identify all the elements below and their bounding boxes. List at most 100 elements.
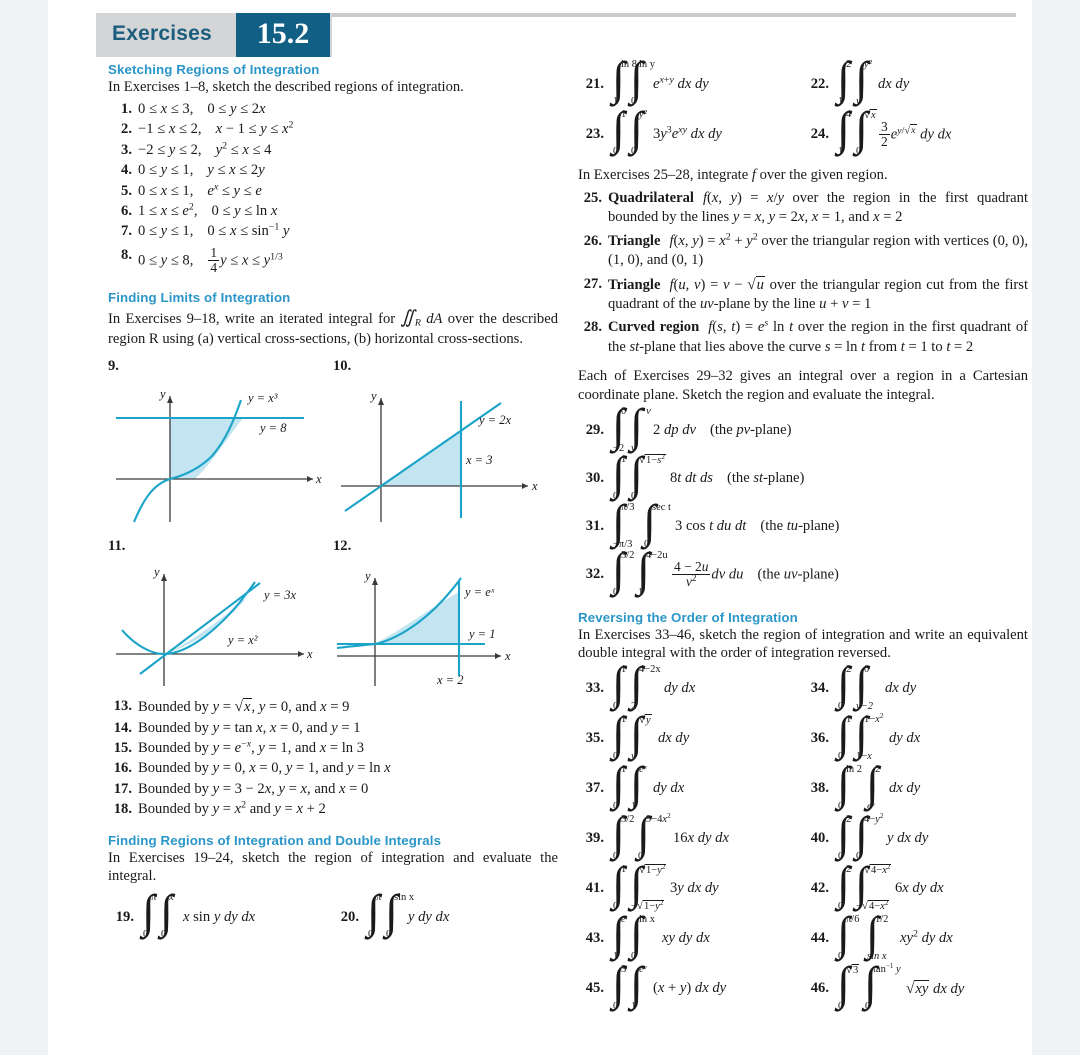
integral-lower-limit: 0: [161, 929, 167, 941]
integral-upper-limit: 2: [846, 813, 852, 825]
integral-sign-inner: ∫ √x 0: [855, 106, 877, 157]
figure-12-line-label: y = 1: [467, 627, 495, 641]
integral-problem-41: 41. ∫ 1 0 ∫ √1−y2 −√1−y2 3y dx dy: [578, 860, 803, 912]
problem-number: 27.: [583, 275, 602, 292]
integral-list-29-32: 29. ∫ 0 −2 ∫ −v v 2 dp dv(the pv-plane): [578, 402, 1028, 598]
integrand: √xy dx dy: [906, 979, 965, 997]
integral-sign-outer: ∫ 1 0: [612, 450, 629, 502]
integral-sign-inner: ∫ eᵛ 1: [630, 960, 647, 1012]
integrand: x sin y dy dx: [183, 908, 256, 925]
problem-text: −1 ≤ x ≤ 2, x − 1 ≤ y ≤ x2: [138, 119, 294, 138]
integral-lower-limit: 0: [631, 490, 637, 502]
integral-problem-20: 20. ∫ π 0 ∫ sin x 0 y dy dx: [333, 889, 558, 941]
integral-row-43-44: 43. ∫ e 1 ∫ ln x0 xy dy dx 44. ∫ π/6 0 ∫ 1/2 si…: [578, 910, 1028, 962]
integral-sign-inner: ∫ 0 y−2: [855, 660, 879, 712]
integral-problem-40: 40. ∫ 2 0 ∫ 4−y2 0 y dx dy: [803, 810, 1028, 862]
integral-expression: ∫ π/3 −π/3 ∫ sec t 0 3 cos t du dt (the t…: [612, 498, 840, 550]
figure-11-graph: y = 3x y = x² x y: [116, 565, 313, 687]
problem-text: Bounded by y = e−x, y = 1, and x = ln 3: [138, 738, 365, 757]
problem-number: 8.: [121, 246, 132, 263]
integral-expression: ∫ √3 0 ∫ tan−1 y0 √xy dx dy: [837, 960, 965, 1012]
integrand: 6x dy dx: [895, 880, 944, 897]
integral-sign-inner: ∫ 1/2 sin x: [866, 910, 894, 962]
integral-sign-outer: ∫ √3 0: [837, 960, 863, 1012]
figure-cell-10: 10. y = 2x x = 3 x y: [333, 358, 558, 524]
integral-row-23-24: 23. ∫ 1 0 ∫ y² 0 3y3exy dx dy 24. ∫ 4 1 …: [578, 106, 1028, 158]
integrand: 3 cos t du dt (the tu-plane): [675, 518, 840, 535]
problem-item: 27. Triangle f(u, v) = v − √u over the tr…: [578, 275, 1028, 315]
integral-upper-limit: ln 2: [846, 763, 863, 775]
integral-upper-limit: 1: [621, 763, 627, 775]
figure-number: 11.: [108, 538, 126, 555]
problem-number: 36.: [810, 730, 829, 747]
integral-upper-limit: ln y: [639, 59, 656, 70]
integral-lower-limit: 0: [856, 146, 862, 157]
figure-12-x-axis-label: x: [504, 649, 511, 663]
integral-expression: ∫ π 0 ∫ x 0 x sin y dy dx: [142, 889, 256, 941]
problem-number: 15.: [113, 740, 132, 757]
integral-upper-limit: eᵛ: [639, 963, 647, 975]
integral-row-37-38: 37. ∫ 1 0 ∫ eˣ 1 dy dx 38. ∫ ln 20 ∫ 2 eˣ dx dy: [578, 760, 1028, 812]
problem-number: 25.: [583, 189, 602, 206]
integral-upper-limit: √1−y2: [639, 862, 667, 876]
integral-sign-outer: ∫ 4 1: [837, 106, 854, 158]
integral-upper-limit: x: [169, 892, 174, 904]
integral-upper-limit: √x: [864, 109, 877, 121]
integral-sign-outer: ∫ 1 0: [612, 660, 629, 712]
problem-text: Bounded by y = √x, y = 0, and x = 9: [138, 698, 350, 716]
integrand: 3 2 ey/√x dy dx: [879, 118, 952, 149]
integral-expression: ∫ ln 8 1 ∫ ln y 0 ex+y dx dy: [612, 56, 709, 108]
integral-upper-limit: 1: [621, 453, 627, 465]
figure-12-graph: y = eˣ y = 1 x = 2 x y: [336, 569, 511, 687]
integral-lower-limit: 0: [613, 586, 619, 598]
integrand: dx dy: [889, 780, 921, 797]
integral-sign-outer: ∫ π/6 0: [837, 910, 865, 962]
integral-sign-outer: ∫ 0 −2: [612, 402, 629, 454]
integrand: 8t dt ds (the st-plane): [670, 470, 805, 487]
integral-upper-limit: 1: [621, 109, 627, 120]
integral-row-45-46: 45. ∫ 3 0 ∫ eᵛ 1 (x + y) dx dy 46. ∫ √3 0 ∫ tan…: [578, 960, 1028, 1012]
integral-sign-outer: ∫ 3 0: [612, 960, 629, 1012]
integral-problem-19: 19. ∫ π 0 ∫ x 0 x sin y dy dx: [108, 889, 333, 941]
integral-problem-32: 32. ∫ 3/2 0 ∫ 4−2u 1 4 − 2u v2 dv du (the u…: [578, 546, 1028, 598]
integral-note: (the pv-plane): [709, 422, 792, 439]
integral-lower-limit: 0: [838, 1000, 844, 1012]
problem-item: 18. Bounded by y = x2 and y = x + 2: [108, 800, 558, 819]
integrand: xy dy dx: [662, 930, 710, 947]
integral-expression: ∫ 0 −2 ∫ −v v 2 dp dv (the pv-plane): [612, 402, 792, 454]
figure-number: 12.: [333, 538, 352, 555]
integral-sign-inner: ∫ −v v: [630, 402, 651, 454]
problem-number: 37.: [585, 780, 604, 797]
problem-number: 31.: [585, 518, 604, 535]
integral-problem-24: 24. ∫ 4 1 ∫ √x 0 3 2 ey/√x dy dx: [803, 106, 1028, 158]
integral-expression: ∫ 1 0 ∫ √1−y2 −√1−y2 3y dx dy: [612, 860, 719, 912]
integral-upper-limit: 0: [864, 663, 870, 675]
integral-sign-inner: ∫ 4−y2 0: [855, 810, 883, 862]
problem-number: 38.: [810, 780, 829, 797]
integral-upper-limit: π: [376, 892, 382, 904]
problem-text: 0 ≤ y ≤ 8, 1 4 y ≤ x ≤ y1/3: [138, 244, 283, 275]
integral-sign-outer: ∫ 3/2 0: [612, 810, 636, 862]
figure-9-curve-label: y = x³: [246, 391, 278, 405]
integral-sign-inner: ∫ x 0: [160, 889, 177, 941]
problem-number: 5.: [121, 182, 132, 199]
integral-expression: ∫ 1 0 ∫ y² 0 3y3exy dx dy: [612, 106, 722, 158]
integral-sign-inner: ∫ 9−4x2 0: [637, 810, 671, 862]
integral-problem-38: 38. ∫ ln 20 ∫ 2 eˣ dx dy: [803, 760, 1028, 812]
integrand: dx dy: [658, 730, 690, 747]
integral-lower-limit: 1: [638, 586, 644, 598]
integral-upper-limit: 9−4x2: [646, 811, 671, 825]
problem-number: 7.: [121, 223, 132, 240]
problem-text: Curved region f(s, t) = es ln t over the …: [608, 317, 1029, 355]
integral-sign-outer: ∫ 2 1: [837, 56, 854, 108]
integral-problem-46: 46. ∫ √3 0 ∫ tan−1 y0 √xy dx dy: [803, 960, 1028, 1012]
problem-number: 33.: [585, 680, 604, 697]
problem-number: 41.: [585, 880, 604, 897]
figure-12-curve-label: y = eˣ: [463, 585, 495, 599]
problem-text: Bounded by y = x2 and y = x + 2: [138, 799, 326, 818]
problem-number: 24.: [810, 125, 829, 142]
problem-number: 19.: [115, 908, 134, 925]
integral-upper-limit: π/3: [621, 501, 635, 513]
integral-expression: ∫ 2 1 ∫ y² y dx dy: [837, 56, 909, 108]
figure-10-x-axis-label: x: [531, 479, 538, 493]
